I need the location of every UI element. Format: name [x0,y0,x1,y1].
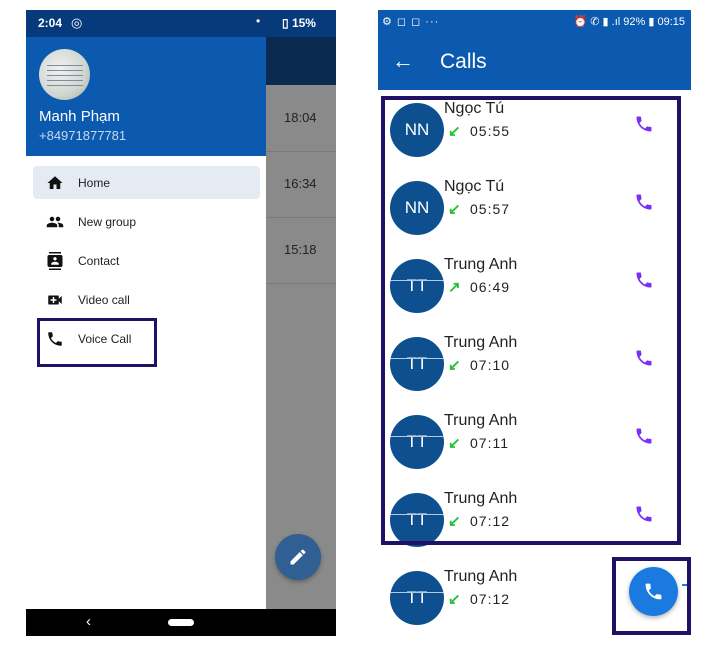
background-header [266,37,336,85]
battery-percent: 15% [291,16,316,30]
back-arrow-icon[interactable]: ← [392,48,414,74]
list-item[interactable]: 15:18 [266,217,336,284]
sync-icon: ◎ [71,15,83,30]
list-item-time: 15:18 [284,242,317,257]
right-phone-screen: ⚙ ◻ ◻ ··· ⏰ ✆ ▮ .ıl 92% ▮ 09:15 ← Calls … [378,10,691,636]
menu-item-label: Video call [78,293,130,307]
menu-item-video-call[interactable]: Video call [33,283,260,316]
contact-icon [47,252,63,270]
caller-name: Trung Anh [444,568,518,585]
system-nav-bar: ‹ [26,609,336,636]
voice-call-highlight-box [37,318,157,367]
status-bar: 2:04 ◎ • ▯ 15% [26,10,336,37]
user-name: Manh Phạm [39,108,120,125]
status-notifications: ⚙ ◻ ◻ ··· [382,16,440,28]
fab-highlight-box [612,557,691,635]
avatar: TT [390,571,444,625]
video-call-icon [48,295,62,305]
user-phone: +84971877781 [39,128,127,143]
app-bar: ← Calls [378,34,691,90]
status-indicators: ⏰ ✆ ▮ .ıl 92% ▮ 09:15 [573,16,685,28]
avatar[interactable] [39,49,90,100]
back-button[interactable]: ‹ [86,613,91,630]
pencil-icon [290,549,306,565]
list-item-time: 16:34 [284,176,317,191]
notification-dot: • [256,14,261,28]
call-direction-icon: ↙ [448,591,461,608]
status-bar: ⚙ ◻ ◻ ··· ⏰ ✆ ▮ .ıl 92% ▮ 09:15 [378,10,691,34]
drawer-header: Manh Phạm +84971877781 [26,37,266,156]
call-time: 07:12 [470,591,511,607]
list-item[interactable]: 16:34 [266,151,336,218]
menu-item-new-group[interactable]: New group [33,205,260,238]
avatar-initials: TT [406,588,428,607]
home-icon [47,176,63,189]
menu-item-label: New group [78,215,137,229]
left-phone-screen: 2:04 ◎ • ▯ 15% 18:04 16:34 15:18 Manh Ph… [26,10,336,636]
call-list-highlight-box [381,96,681,545]
menu-item-contact[interactable]: Contact [33,244,260,277]
list-item-time: 18:04 [284,110,317,125]
background-chat-list[interactable]: 18:04 16:34 15:18 [266,37,336,609]
list-item[interactable]: 18:04 [266,85,336,152]
page-title: Calls [440,50,487,73]
battery-status: ▯ 15% [282,16,316,30]
menu-item-label: Contact [78,254,120,268]
menu-item-label: Home [78,176,111,190]
group-icon [46,216,64,228]
compose-button[interactable] [275,534,321,580]
status-time: 2:04 [38,16,63,30]
home-button[interactable] [168,619,194,626]
menu-item-home[interactable]: Home [33,166,260,199]
